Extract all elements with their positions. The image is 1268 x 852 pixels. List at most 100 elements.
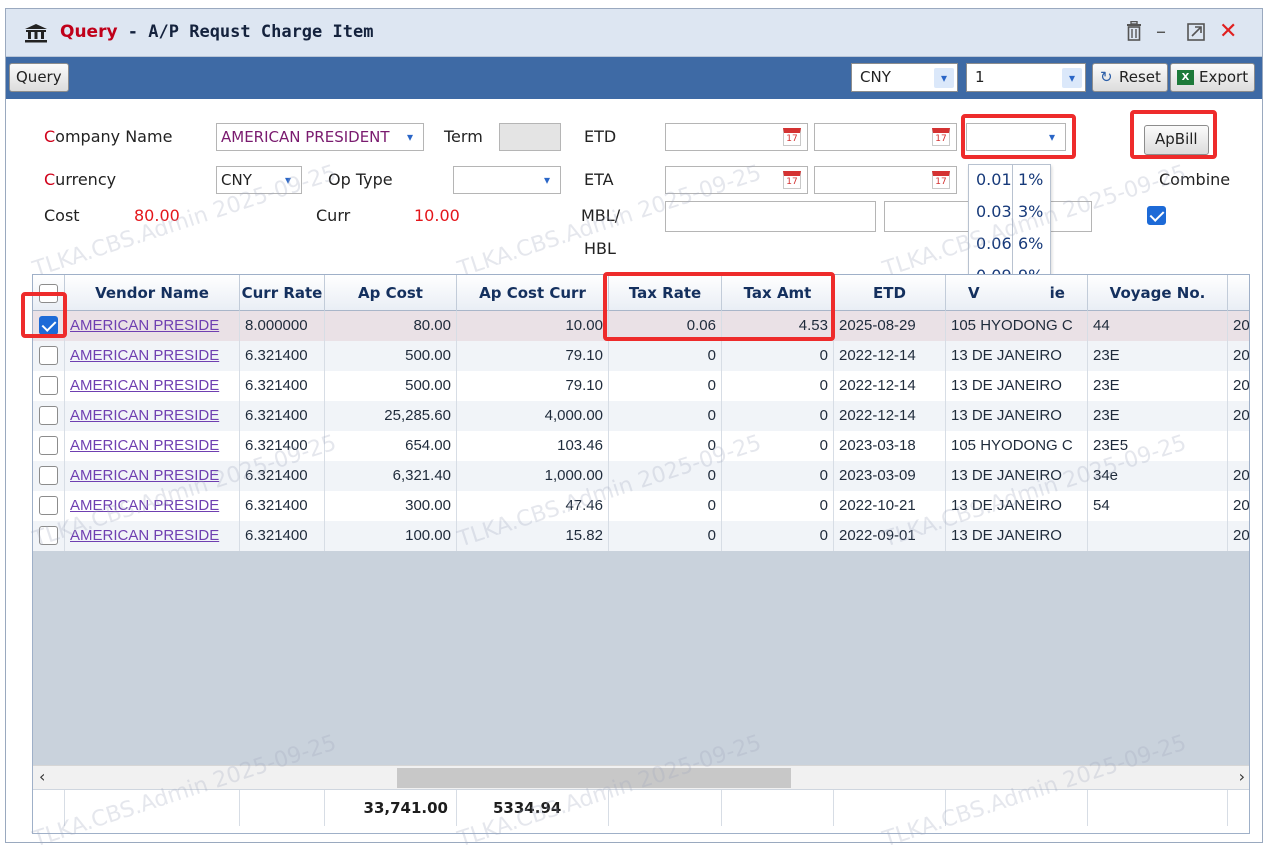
cell-etd: 2022-12-14 [834,401,946,431]
select-all-checkbox[interactable] [39,284,58,303]
reset-button[interactable]: ↻ Reset [1092,63,1168,92]
chevron-down-icon: ▾ [278,170,298,190]
table-row[interactable]: AMERICAN PRESIDE 8.000000 80.00 10.00 0.06 4.… [33,311,1249,341]
cell-voyage-no [1088,521,1228,551]
mbl-field[interactable] [665,201,876,232]
table-row[interactable]: AMERICAN PRESIDE 6.321400 500.00 79.10 0 0 202… [33,371,1249,401]
cell-vendor-name[interactable]: AMERICAN PRESIDE [65,431,240,461]
tax-rate-option[interactable]: 0.01 1% [969,165,1052,197]
cell-vendor-name[interactable]: AMERICAN PRESIDE [65,371,240,401]
row-select-cell[interactable] [33,401,65,431]
row-select-cell[interactable] [33,521,65,551]
scroll-left-icon[interactable]: ‹ [39,767,45,786]
row-checkbox[interactable] [39,496,58,515]
scroll-right-icon[interactable]: › [1239,767,1245,786]
export-button[interactable]: X Export [1170,63,1256,92]
table-row[interactable]: AMERICAN PRESIDE 6.321400 6,321.40 1,000.00… [33,461,1249,491]
row-checkbox[interactable] [39,316,58,335]
header-curr-rate[interactable]: Curr Rate [240,275,325,311]
cell-curr-rate: 6.321400 [240,521,325,551]
header-vendor-name[interactable]: Vendor Name [65,275,240,311]
cell-vessel-name: 105 HYODONG C [946,431,1088,461]
table-row[interactable]: AMERICAN PRESIDE 6.321400 300.00 47.46 0 0 202… [33,491,1249,521]
term-label: Term [444,127,483,146]
row-select-cell[interactable] [33,341,65,371]
minimize-icon[interactable]: – [1156,19,1166,43]
cell-vessel-name: 13 DE JANEIRO [946,401,1088,431]
cell-vendor-name[interactable]: AMERICAN PRESIDE [65,521,240,551]
row-select-cell[interactable] [33,311,65,341]
apbill-button[interactable]: ApBill [1144,125,1209,155]
close-icon[interactable]: ✕ [1219,19,1237,44]
cell-tax-rate: 0 [609,461,722,491]
row-checkbox[interactable] [39,406,58,425]
row-checkbox[interactable] [39,526,58,545]
row-select-cell[interactable] [33,491,65,521]
footer-cell [609,790,722,826]
row-checkbox[interactable] [39,436,58,455]
cell-vendor-name[interactable]: AMERICAN PRESIDE [65,491,240,521]
calendar-icon[interactable]: 17 [932,128,950,146]
row-checkbox[interactable] [39,376,58,395]
header-ap-cost-curr[interactable]: Ap Cost Curr [457,275,609,311]
header-voyage-no[interactable]: Voyage No. [1088,275,1228,311]
row-select-cell[interactable] [33,431,65,461]
header-etd[interactable]: ETD [834,275,946,311]
eta-from-field[interactable]: 17 [665,166,808,194]
table-row[interactable]: AMERICAN PRESIDE 6.321400 25,285.60 4,000.0… [33,401,1249,431]
row-checkbox[interactable] [39,346,58,365]
header-tax-amt[interactable]: Tax Amt [722,275,834,311]
query-button[interactable]: Query [9,63,69,92]
term-field[interactable] [499,123,561,151]
combine-checkbox[interactable] [1147,206,1166,225]
etd-from-field[interactable]: 17 [665,123,808,151]
cell-tax-rate: 0 [609,521,722,551]
calendar-icon[interactable]: 17 [783,128,801,146]
header-extra [1228,275,1249,311]
header-ap-cost[interactable]: Ap Cost [325,275,457,311]
maximize-icon[interactable] [1187,22,1205,46]
header-vessel-name[interactable]: Vie [946,275,1088,311]
cell-vendor-name[interactable]: AMERICAN PRESIDE [65,341,240,371]
etd-to-field[interactable]: 17 [814,123,957,151]
cell-curr-rate: 6.321400 [240,491,325,521]
op-type-select[interactable]: ▾ [453,166,561,194]
cell-tax-amt: 0 [722,491,834,521]
cell-vendor-name[interactable]: AMERICAN PRESIDE [65,311,240,341]
cell-vendor-name[interactable]: AMERICAN PRESIDE [65,461,240,491]
row-select-cell[interactable] [33,371,65,401]
tax-rate-option[interactable]: 0.06 6% [969,229,1052,261]
header-tax-rate[interactable]: Tax Rate [609,275,722,311]
calendar-icon[interactable]: 17 [932,171,950,189]
cell-voyage-no: 23E [1088,371,1228,401]
chevron-down-icon: ▾ [537,170,557,190]
page-select[interactable]: 1 ▾ [966,63,1086,92]
row-checkbox[interactable] [39,466,58,485]
cell-ap-cost: 654.00 [325,431,457,461]
tax-rate-select[interactable]: ▾ [966,123,1066,151]
page-select-value: 1 [975,68,985,86]
cell-extra: 20 [1228,371,1249,401]
tax-rate-option[interactable]: 0.03 3% [969,197,1052,229]
cell-etd: 2025-08-29 [834,311,946,341]
chevron-down-icon: ▾ [400,127,420,147]
header-select-all[interactable] [33,275,65,311]
company-name-select[interactable]: AMERICAN PRESIDENT ▾ [216,123,424,151]
cell-tax-amt: 0 [722,371,834,401]
cell-ap-cost-curr: 103.46 [457,431,609,461]
trash-icon[interactable] [1126,20,1142,46]
table-row[interactable]: AMERICAN PRESIDE 6.321400 100.00 15.82 0 0 202… [33,521,1249,551]
horizontal-scrollbar[interactable]: ‹ › [33,765,1249,789]
cell-vendor-name[interactable]: AMERICAN PRESIDE [65,401,240,431]
table-row[interactable]: AMERICAN PRESIDE 6.321400 500.00 79.10 0 0 202… [33,341,1249,371]
table-row[interactable]: AMERICAN PRESIDE 6.321400 654.00 103.46 0 0 20… [33,431,1249,461]
cell-extra: 20 [1228,491,1249,521]
cell-ap-cost-curr: 47.46 [457,491,609,521]
cell-voyage-no: 34e [1088,461,1228,491]
eta-to-field[interactable]: 17 [814,166,957,194]
row-select-cell[interactable] [33,461,65,491]
scrollbar-thumb[interactable] [397,768,791,788]
calendar-icon[interactable]: 17 [783,171,801,189]
currency-select[interactable]: CNY ▾ [216,166,302,194]
toolbar-currency-select[interactable]: CNY ▾ [851,63,958,92]
